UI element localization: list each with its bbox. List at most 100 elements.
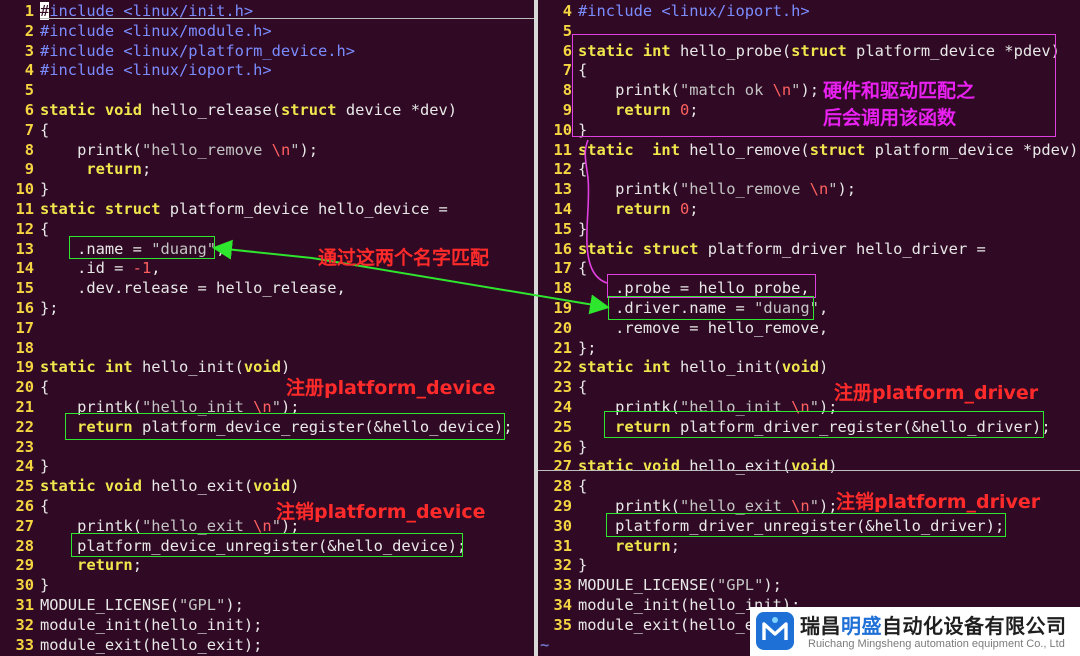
code-text: } (578, 437, 588, 456)
line-number: 12 (553, 160, 572, 179)
probe-call-note: 硬件和驱动匹配之 后会调用该函数 (823, 80, 976, 129)
code-line[interactable]: 15 .dev.release = hello_release, (0, 278, 346, 298)
code-text: static void hello_exit(void) (578, 457, 838, 476)
code-line[interactable]: 30} (0, 575, 49, 595)
code-line[interactable]: 14 return 0; (538, 199, 698, 219)
code-line[interactable]: 26 { (0, 496, 49, 516)
code-line[interactable]: 6 static void hello_release(struct device… (0, 100, 457, 120)
code-line[interactable]: 31 return; (538, 536, 680, 556)
line-number: 3 (24, 41, 34, 60)
line-number: 35 (553, 615, 572, 634)
code-line[interactable]: 2 #include <linux/module.h> (0, 21, 272, 41)
code-text: static struct platform_driver hello_driv… (578, 239, 986, 258)
code-line[interactable]: 28 { (538, 476, 587, 496)
line-number: 10 (553, 120, 572, 139)
line-number: 28 (15, 536, 34, 555)
code-text: module_exit(hello_exit); (40, 635, 263, 654)
line-number: 27 (553, 457, 572, 476)
code-text: } (40, 576, 50, 595)
code-line[interactable]: 25 static void hello_exit(void) (0, 476, 299, 496)
code-line[interactable]: 21}; (538, 338, 597, 358)
company-logo-icon (756, 612, 794, 650)
code-text: { (578, 259, 588, 278)
line-number: 15 (15, 279, 34, 298)
code-text: return; (86, 160, 152, 179)
code-line[interactable]: 22 static int hello_init(void) (538, 357, 828, 377)
name-highlight-box (69, 236, 215, 259)
line-number: 30 (553, 516, 572, 535)
line-number: 33 (553, 576, 572, 595)
code-line[interactable]: 9 return; (0, 159, 152, 179)
code-line[interactable]: 12 { (0, 219, 49, 239)
line-number: 10 (15, 180, 34, 199)
code-line[interactable]: 13 printk("hello_remove \n"); (538, 179, 856, 199)
code-line[interactable]: 17 { (538, 258, 587, 278)
code-line[interactable]: 29 return; (0, 555, 142, 575)
left-editor-pane[interactable]: 1 #include <linux/init.h> 2 #include <linux… (0, 0, 534, 656)
probe-function-box (572, 34, 1056, 137)
line-number: 27 (15, 516, 34, 535)
code-text: static int hello_remove(struct platform_… (578, 140, 1079, 159)
unregister-device-note: 注销platform_device (276, 501, 486, 523)
code-line[interactable]: 20 .remove = hello_remove, (538, 318, 828, 338)
code-line[interactable]: 19 static int hello_init(void) (0, 357, 290, 377)
code-line[interactable]: 33 module_exit(hello_exit); (0, 635, 262, 655)
register-driver-note: 注册platform_driver (834, 382, 1039, 404)
code-line[interactable]: 4 #include <linux/ioport.h> (0, 60, 272, 80)
line-number: 26 (15, 497, 34, 515)
code-line[interactable]: 27 static void hello_exit(void) (538, 456, 838, 476)
code-line[interactable]: 10} (0, 179, 49, 199)
code-line[interactable]: 18 (0, 338, 40, 358)
code-line[interactable]: 7{ (0, 120, 50, 140)
line-number: 13 (15, 239, 34, 258)
code-line[interactable]: 14 .id = -1, (0, 258, 160, 278)
code-line[interactable]: 15} (538, 219, 587, 239)
code-text: { (40, 219, 50, 238)
code-line[interactable]: 23 (0, 437, 40, 457)
code-line[interactable]: 12 { (538, 159, 587, 179)
code-line[interactable]: 32} (538, 555, 587, 575)
code-line[interactable]: 4 #include <linux/ioport.h> (538, 1, 810, 21)
code-line[interactable]: 17 (0, 318, 40, 338)
code-line[interactable]: 3 #include <linux/platform_device.h> (0, 41, 355, 61)
code-line[interactable]: 11 static struct platform_device hello_de… (0, 199, 447, 219)
code-line[interactable]: 16 static struct platform_driver hello_dr… (538, 239, 986, 259)
code-line[interactable]: 32 module_init(hello_init); (0, 615, 262, 635)
code-text: .dev.release = hello_release, (40, 279, 346, 298)
line-number: 4 (24, 61, 34, 80)
company-name-cn: 瑞昌明盛自动化设备有限公司 (800, 610, 1067, 639)
code-text: return; (77, 556, 142, 575)
code-line[interactable]: 24} (0, 456, 49, 476)
code-line[interactable]: 11 static int hello_remove(struct platfor… (538, 140, 1078, 160)
line-number: 7 (562, 61, 572, 80)
driver-register-box (604, 411, 1044, 438)
code-text: module_init(hello_init); (40, 615, 263, 634)
code-text: static int hello_init(void) (40, 358, 291, 377)
code-text: MODULE_LICENSE("GPL"); (578, 576, 782, 595)
code-line[interactable]: 20 { (0, 377, 49, 397)
code-text: .remove = hello_remove, (578, 318, 829, 337)
code-text: #include <linux/platform_device.h> (40, 41, 356, 60)
code-line[interactable]: 23 { (538, 377, 587, 397)
line-number: 20 (553, 318, 572, 337)
code-text: } (40, 180, 50, 199)
line-number: 7 (24, 120, 34, 139)
code-line[interactable]: 33 MODULE_LICENSE("GPL"); (538, 575, 782, 595)
company-name-prefix: 瑞昌 (800, 614, 841, 638)
line-number: 29 (553, 497, 572, 515)
device-unregister-box (71, 533, 463, 557)
code-line[interactable]: 5 (0, 80, 40, 100)
line-number: 24 (553, 398, 572, 416)
code-line[interactable]: 8 printk("hello_remove \n"); (0, 140, 318, 160)
company-name-suffix: 自动化设备有限公司 (882, 614, 1067, 638)
code-line[interactable]: 26} (538, 437, 587, 457)
code-text: }; (578, 338, 597, 357)
line-number: 5 (562, 21, 572, 40)
line-number: 8 (562, 81, 572, 100)
driver-unregister-box (606, 513, 1006, 537)
company-name-en: Ruichang Mingsheng automation equipment … (808, 638, 1065, 650)
code-line[interactable]: 16}; (0, 298, 58, 318)
code-text: static int hello_init(void) (578, 358, 829, 377)
line-number: 6 (562, 41, 572, 60)
code-line[interactable]: 31 MODULE_LICENSE("GPL"); (0, 595, 243, 615)
